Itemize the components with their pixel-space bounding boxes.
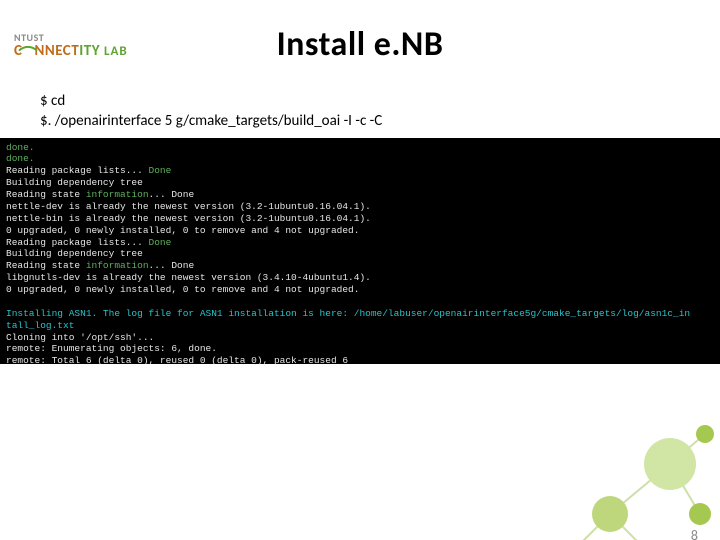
logo-brand: CNNECTITYLAB [14,43,128,60]
term-line: Cloning into '/opt/ssh'... [6,332,154,343]
term-line: Installing ASN1. The log file for ASN1 i… [6,308,690,319]
term-line: remote: Total 6 (delta 0), reused 0 (del… [6,355,348,363]
command-line-2: $. /openairinterface 5 g/cmake_targets/b… [40,111,720,131]
term-line: done. [6,142,35,153]
term-line: done. [6,153,35,164]
logo-part-nnect: NNECT [34,42,79,60]
logo-lab: LAB [104,44,128,59]
wifi-icon [21,43,35,57]
term-line: ... Done [149,189,195,200]
term-line: ... Done [149,260,195,271]
decoration-graphic [530,404,720,540]
logo: NTUST CNNECTITYLAB [14,32,128,60]
term-line: Building dependency tree [6,248,143,259]
term-line: Reading package lists... [6,237,149,248]
terminal-output: done. done. Reading package lists... Don… [0,138,720,364]
term-line: nettle-dev is already the newest version… [6,201,371,212]
term-line: libgnutls-dev is already the newest vers… [6,272,371,283]
term-line: tall_log.txt [6,320,74,331]
term-blank [6,296,12,307]
page-number: 8 [691,527,698,540]
command-block: $ cd $. /openairinterface 5 g/cmake_targ… [40,91,720,132]
term-line: 0 upgraded, 0 newly installed, 0 to remo… [6,225,359,236]
term-line: Reading state [6,260,86,271]
term-line: information [86,189,149,200]
term-line: Reading package lists... [6,165,149,176]
term-line: 0 upgraded, 0 newly installed, 0 to remo… [6,284,359,295]
term-line: Building dependency tree [6,177,143,188]
term-line: Reading state [6,189,86,200]
term-line: remote: Enumerating objects: 6, done. [6,343,217,354]
term-line: information [86,260,149,271]
logo-part-ity: ITY [79,42,100,60]
term-line: Done [149,165,172,176]
term-line: nettle-bin is already the newest version… [6,213,371,224]
term-line: Done [149,237,172,248]
command-line-1: $ cd [40,91,720,111]
